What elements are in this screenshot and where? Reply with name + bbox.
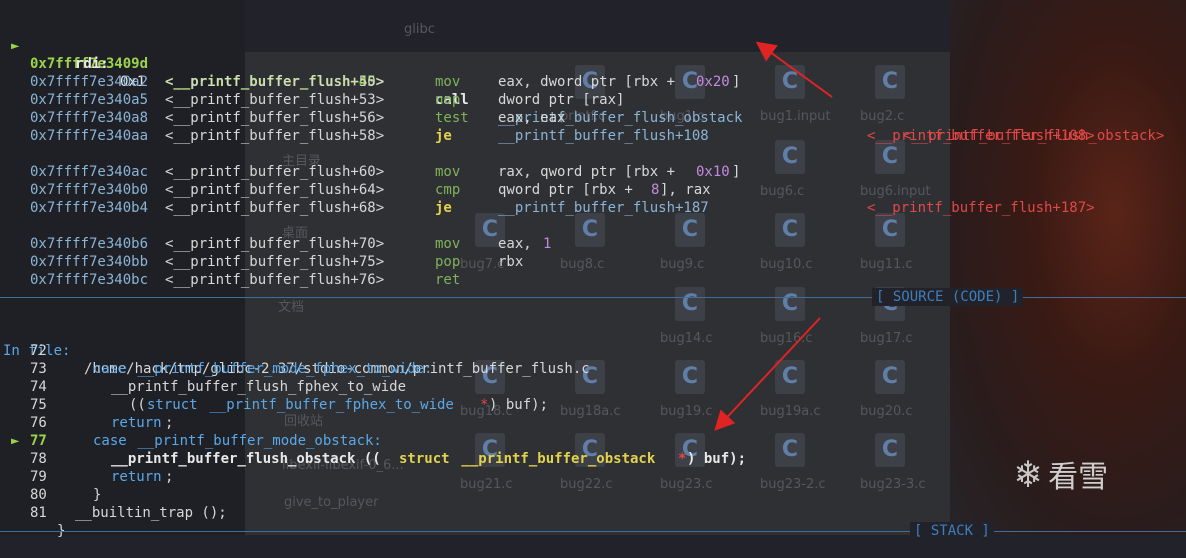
watermark-text: 看雪	[1048, 460, 1109, 495]
gdb-terminal: ► 0x7ffff7e3409d <__printf_buffer_flush+…	[0, 0, 1186, 540]
arrow-to-source-line	[714, 317, 821, 431]
snowflake-icon: ❄	[1016, 451, 1041, 497]
annotation-arrows	[714, 41, 833, 431]
kanxue-watermark: ❄ 看雪	[1016, 452, 1108, 496]
arrow-to-call-target	[755, 41, 833, 98]
